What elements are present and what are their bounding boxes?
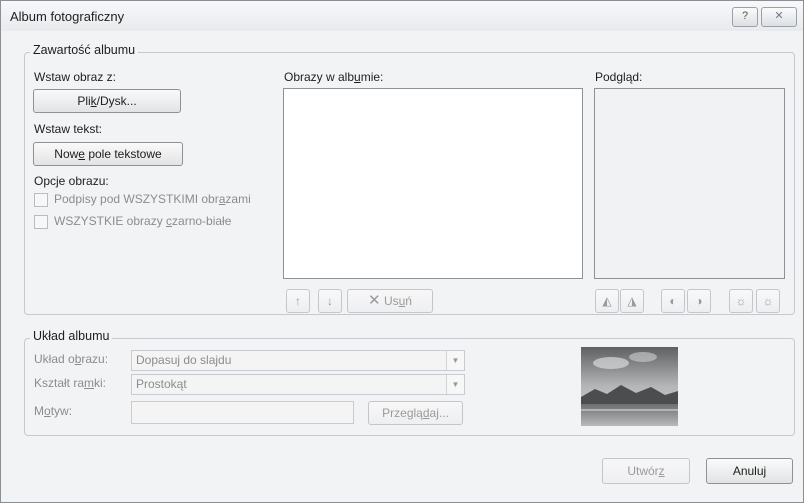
remove-x-icon: ✕ [368, 292, 381, 309]
album-content-legend: Zawartość albumu [30, 43, 139, 57]
layout-preview-thumbnail [581, 347, 678, 426]
create-button[interactable]: Utwórz [602, 458, 690, 484]
rotate-right-button[interactable]: ◮ [620, 289, 644, 313]
picture-layout-label: Układ obrazu: [34, 352, 109, 366]
increase-brightness-button[interactable]: ☼ [729, 289, 753, 313]
chevron-down-icon: ▼ [446, 351, 464, 370]
decrease-contrast-button[interactable]: ◑ [687, 289, 711, 313]
captions-checkbox[interactable] [34, 193, 48, 207]
move-up-button[interactable]: ↑ [286, 289, 310, 313]
preview-pane [594, 88, 785, 279]
rotate-right-icon: ◮ [627, 294, 637, 308]
help-icon: ? [741, 10, 749, 22]
increase-contrast-button[interactable]: ◐ [661, 289, 685, 313]
rotate-left-icon: ◭ [602, 294, 612, 308]
arrow-up-icon: ↑ [295, 294, 301, 308]
close-button[interactable]: ✕ [761, 7, 797, 27]
remove-button[interactable]: ✕ Usuń [347, 289, 433, 313]
cancel-button[interactable]: Anuluj [706, 458, 793, 484]
contrast-down-icon: ◑ [695, 294, 703, 308]
theme-field[interactable] [131, 401, 354, 424]
black-white-checkbox[interactable] [34, 215, 48, 229]
album-layout-legend: Układ albumu [30, 329, 113, 343]
captions-label: Podpisy pod WSZYSTKIMI obrazami [54, 192, 251, 206]
decrease-brightness-button[interactable]: ☼ [756, 289, 780, 313]
browse-button[interactable]: Przeglądaj... [368, 401, 463, 425]
insert-text-label: Wstaw tekst: [34, 122, 103, 136]
move-down-button[interactable]: ↓ [318, 289, 342, 313]
pictures-in-album-label: Obrazy w albumie: [284, 70, 384, 84]
contrast-up-icon: ◐ [669, 294, 677, 308]
chevron-down-icon: ▼ [446, 375, 464, 394]
help-button[interactable]: ? [732, 7, 758, 27]
new-textbox-button[interactable]: Nowe pole tekstowe [33, 142, 183, 166]
pictures-list[interactable] [283, 88, 583, 279]
photo-album-dialog: Album fotograficzny ? ✕ Zawartość albumu… [0, 0, 804, 503]
arrow-down-icon: ↓ [327, 294, 333, 308]
brightness-up-icon: ☼ [735, 294, 747, 308]
preview-label: Podgląd: [595, 70, 643, 84]
brightness-down-icon: ☼ [762, 294, 774, 308]
picture-options-label: Opcje obrazu: [34, 174, 109, 188]
black-white-label: WSZYSTKIE obrazy czarno-białe [54, 214, 232, 228]
close-icon: ✕ [774, 10, 784, 22]
frame-shape-select[interactable]: Prostokąt ▼ [131, 374, 465, 395]
picture-layout-select[interactable]: Dopasuj do slajdu ▼ [131, 350, 465, 371]
theme-label: Motyw: [34, 404, 73, 418]
dialog-title: Album fotograficzny [10, 9, 125, 24]
title-bar: Album fotograficzny ? ✕ [1, 1, 803, 31]
frame-shape-label: Kształt ramki: [34, 376, 107, 390]
file-disk-button[interactable]: Plik/Dysk... [33, 89, 181, 113]
rotate-left-button[interactable]: ◭ [595, 289, 619, 313]
insert-picture-label: Wstaw obraz z: [34, 70, 117, 84]
